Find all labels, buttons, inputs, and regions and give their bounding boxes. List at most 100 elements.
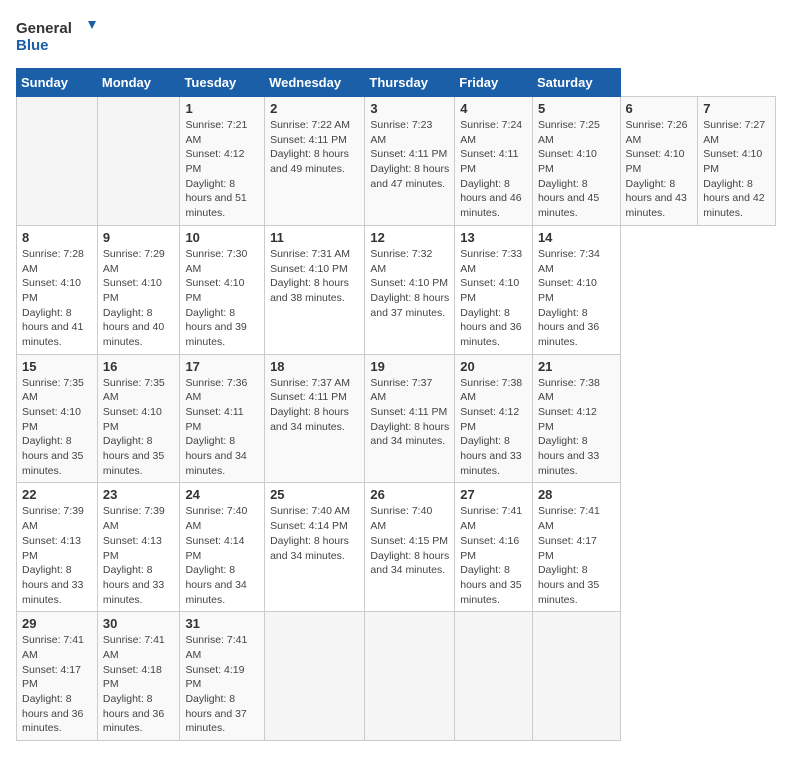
day-number: 10 xyxy=(185,230,259,245)
day-info: Sunrise: 7:26 AMSunset: 4:10 PMDaylight:… xyxy=(626,118,693,221)
day-cell-13: 13 Sunrise: 7:33 AMSunset: 4:10 PMDaylig… xyxy=(455,225,533,354)
day-cell-15: 15 Sunrise: 7:35 AMSunset: 4:10 PMDaylig… xyxy=(17,354,98,483)
day-info: Sunrise: 7:40 AMSunset: 4:14 PMDaylight:… xyxy=(185,504,259,607)
day-number: 20 xyxy=(460,359,527,374)
day-info: Sunrise: 7:28 AMSunset: 4:10 PMDaylight:… xyxy=(22,247,92,350)
day-cell-29: 29 Sunrise: 7:41 AMSunset: 4:17 PMDaylig… xyxy=(17,612,98,741)
logo-svg: General Blue xyxy=(16,16,96,56)
day-number: 14 xyxy=(538,230,615,245)
day-number: 2 xyxy=(270,101,359,116)
day-info: Sunrise: 7:25 AMSunset: 4:10 PMDaylight:… xyxy=(538,118,615,221)
day-cell-22: 22 Sunrise: 7:39 AMSunset: 4:13 PMDaylig… xyxy=(17,483,98,612)
day-number: 4 xyxy=(460,101,527,116)
week-row-0: 1 Sunrise: 7:21 AMSunset: 4:12 PMDayligh… xyxy=(17,97,776,226)
day-number: 16 xyxy=(103,359,175,374)
day-info: Sunrise: 7:30 AMSunset: 4:10 PMDaylight:… xyxy=(185,247,259,350)
day-info: Sunrise: 7:35 AMSunset: 4:10 PMDaylight:… xyxy=(22,376,92,479)
day-info: Sunrise: 7:40 AMSunset: 4:14 PMDaylight:… xyxy=(270,504,359,563)
day-cell-24: 24 Sunrise: 7:40 AMSunset: 4:14 PMDaylig… xyxy=(180,483,265,612)
day-number: 6 xyxy=(626,101,693,116)
empty-cell xyxy=(532,612,620,741)
day-header-saturday: Saturday xyxy=(532,69,620,97)
day-cell-18: 18 Sunrise: 7:37 AMSunset: 4:11 PMDaylig… xyxy=(265,354,365,483)
day-header-monday: Monday xyxy=(97,69,180,97)
day-cell-30: 30 Sunrise: 7:41 AMSunset: 4:18 PMDaylig… xyxy=(97,612,180,741)
calendar-table: SundayMondayTuesdayWednesdayThursdayFrid… xyxy=(16,68,776,741)
day-number: 31 xyxy=(185,616,259,631)
day-info: Sunrise: 7:39 AMSunset: 4:13 PMDaylight:… xyxy=(22,504,92,607)
day-cell-1: 1 Sunrise: 7:21 AMSunset: 4:12 PMDayligh… xyxy=(180,97,265,226)
empty-cell xyxy=(17,97,98,226)
day-cell-20: 20 Sunrise: 7:38 AMSunset: 4:12 PMDaylig… xyxy=(455,354,533,483)
day-info: Sunrise: 7:21 AMSunset: 4:12 PMDaylight:… xyxy=(185,118,259,221)
day-info: Sunrise: 7:36 AMSunset: 4:11 PMDaylight:… xyxy=(185,376,259,479)
week-row-1: 8 Sunrise: 7:28 AMSunset: 4:10 PMDayligh… xyxy=(17,225,776,354)
day-cell-11: 11 Sunrise: 7:31 AMSunset: 4:10 PMDaylig… xyxy=(265,225,365,354)
day-header-row: SundayMondayTuesdayWednesdayThursdayFrid… xyxy=(17,69,776,97)
day-cell-4: 4 Sunrise: 7:24 AMSunset: 4:11 PMDayligh… xyxy=(455,97,533,226)
day-info: Sunrise: 7:41 AMSunset: 4:18 PMDaylight:… xyxy=(103,633,175,736)
day-header-tuesday: Tuesday xyxy=(180,69,265,97)
day-number: 27 xyxy=(460,487,527,502)
day-number: 25 xyxy=(270,487,359,502)
day-number: 18 xyxy=(270,359,359,374)
day-info: Sunrise: 7:32 AMSunset: 4:10 PMDaylight:… xyxy=(370,247,449,320)
day-number: 19 xyxy=(370,359,449,374)
day-number: 13 xyxy=(460,230,527,245)
logo: General Blue xyxy=(16,16,96,56)
day-cell-14: 14 Sunrise: 7:34 AMSunset: 4:10 PMDaylig… xyxy=(532,225,620,354)
day-cell-16: 16 Sunrise: 7:35 AMSunset: 4:10 PMDaylig… xyxy=(97,354,180,483)
day-cell-6: 6 Sunrise: 7:26 AMSunset: 4:10 PMDayligh… xyxy=(620,97,698,226)
day-number: 1 xyxy=(185,101,259,116)
day-cell-8: 8 Sunrise: 7:28 AMSunset: 4:10 PMDayligh… xyxy=(17,225,98,354)
day-number: 17 xyxy=(185,359,259,374)
day-info: Sunrise: 7:38 AMSunset: 4:12 PMDaylight:… xyxy=(460,376,527,479)
day-header-wednesday: Wednesday xyxy=(265,69,365,97)
day-number: 7 xyxy=(703,101,770,116)
day-number: 3 xyxy=(370,101,449,116)
day-info: Sunrise: 7:33 AMSunset: 4:10 PMDaylight:… xyxy=(460,247,527,350)
day-number: 21 xyxy=(538,359,615,374)
day-cell-31: 31 Sunrise: 7:41 AMSunset: 4:19 PMDaylig… xyxy=(180,612,265,741)
day-info: Sunrise: 7:41 AMSunset: 4:19 PMDaylight:… xyxy=(185,633,259,736)
day-cell-12: 12 Sunrise: 7:32 AMSunset: 4:10 PMDaylig… xyxy=(365,225,455,354)
day-number: 24 xyxy=(185,487,259,502)
day-number: 26 xyxy=(370,487,449,502)
day-cell-19: 19 Sunrise: 7:37 AMSunset: 4:11 PMDaylig… xyxy=(365,354,455,483)
day-cell-10: 10 Sunrise: 7:30 AMSunset: 4:10 PMDaylig… xyxy=(180,225,265,354)
day-cell-23: 23 Sunrise: 7:39 AMSunset: 4:13 PMDaylig… xyxy=(97,483,180,612)
day-info: Sunrise: 7:27 AMSunset: 4:10 PMDaylight:… xyxy=(703,118,770,221)
day-info: Sunrise: 7:41 AMSunset: 4:17 PMDaylight:… xyxy=(538,504,615,607)
day-cell-9: 9 Sunrise: 7:29 AMSunset: 4:10 PMDayligh… xyxy=(97,225,180,354)
day-info: Sunrise: 7:37 AMSunset: 4:11 PMDaylight:… xyxy=(270,376,359,435)
day-cell-2: 2 Sunrise: 7:22 AMSunset: 4:11 PMDayligh… xyxy=(265,97,365,226)
day-number: 5 xyxy=(538,101,615,116)
day-cell-17: 17 Sunrise: 7:36 AMSunset: 4:11 PMDaylig… xyxy=(180,354,265,483)
day-number: 9 xyxy=(103,230,175,245)
day-number: 8 xyxy=(22,230,92,245)
day-header-sunday: Sunday xyxy=(17,69,98,97)
week-row-3: 22 Sunrise: 7:39 AMSunset: 4:13 PMDaylig… xyxy=(17,483,776,612)
day-cell-7: 7 Sunrise: 7:27 AMSunset: 4:10 PMDayligh… xyxy=(698,97,776,226)
empty-cell xyxy=(455,612,533,741)
day-cell-26: 26 Sunrise: 7:40 AMSunset: 4:15 PMDaylig… xyxy=(365,483,455,612)
calendar-body: 1 Sunrise: 7:21 AMSunset: 4:12 PMDayligh… xyxy=(17,97,776,741)
day-info: Sunrise: 7:35 AMSunset: 4:10 PMDaylight:… xyxy=(103,376,175,479)
svg-text:Blue: Blue xyxy=(16,37,49,54)
day-info: Sunrise: 7:22 AMSunset: 4:11 PMDaylight:… xyxy=(270,118,359,177)
week-row-2: 15 Sunrise: 7:35 AMSunset: 4:10 PMDaylig… xyxy=(17,354,776,483)
week-row-4: 29 Sunrise: 7:41 AMSunset: 4:17 PMDaylig… xyxy=(17,612,776,741)
day-header-thursday: Thursday xyxy=(365,69,455,97)
day-info: Sunrise: 7:24 AMSunset: 4:11 PMDaylight:… xyxy=(460,118,527,221)
day-number: 12 xyxy=(370,230,449,245)
day-number: 22 xyxy=(22,487,92,502)
svg-text:General: General xyxy=(16,20,72,37)
day-number: 15 xyxy=(22,359,92,374)
empty-cell xyxy=(97,97,180,226)
day-number: 11 xyxy=(270,230,359,245)
day-cell-28: 28 Sunrise: 7:41 AMSunset: 4:17 PMDaylig… xyxy=(532,483,620,612)
day-cell-25: 25 Sunrise: 7:40 AMSunset: 4:14 PMDaylig… xyxy=(265,483,365,612)
day-info: Sunrise: 7:41 AMSunset: 4:16 PMDaylight:… xyxy=(460,504,527,607)
day-number: 23 xyxy=(103,487,175,502)
day-cell-27: 27 Sunrise: 7:41 AMSunset: 4:16 PMDaylig… xyxy=(455,483,533,612)
